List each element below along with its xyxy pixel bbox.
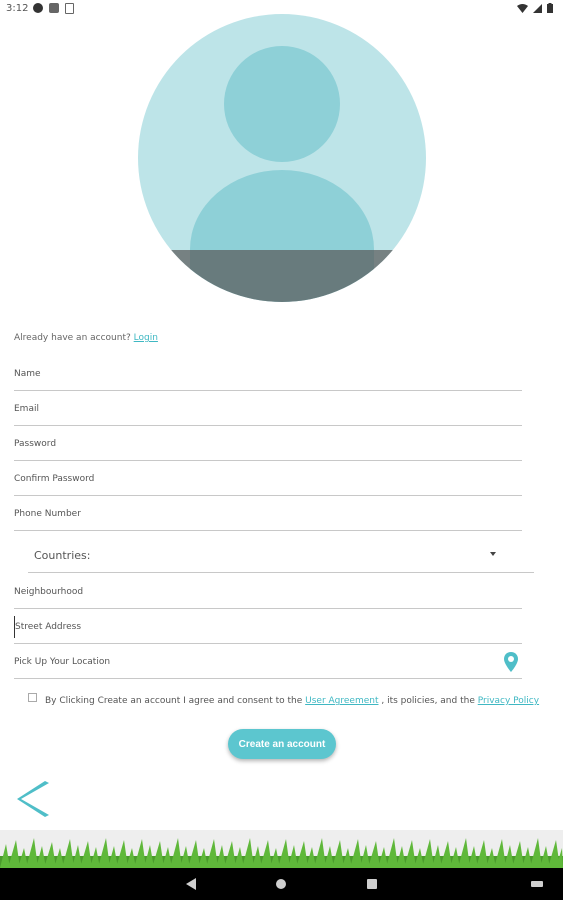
avatar-head-icon (224, 46, 340, 162)
status-notification-icons (33, 3, 74, 14)
user-agreement-link[interactable]: User Agreement (305, 696, 378, 706)
confirm-password-field[interactable] (14, 465, 522, 496)
status-system-icons (517, 3, 553, 13)
create-account-button[interactable]: Create an account (228, 729, 336, 759)
phone-number-field[interactable] (14, 500, 522, 531)
storage-icon (49, 3, 59, 13)
nav-back-icon[interactable] (186, 878, 196, 890)
agreement-row: By Clicking Create an account I agree an… (28, 692, 548, 712)
grass-illustration (0, 838, 563, 868)
login-prompt-row: Already have an account? Login (14, 333, 158, 343)
signal-icon (533, 3, 542, 13)
status-time: 3:12 (6, 3, 29, 14)
back-arrow-icon[interactable] (15, 779, 51, 819)
grass-decoration (0, 830, 563, 868)
phone-number-input[interactable] (14, 503, 494, 525)
profile-picture-upload[interactable] (138, 14, 426, 302)
neighbourhood-input[interactable] (14, 581, 494, 603)
privacy-policy-link[interactable]: Privacy Policy (478, 696, 539, 706)
keyboard-icon[interactable] (531, 881, 543, 887)
name-field[interactable] (14, 360, 522, 391)
nav-home-icon[interactable] (276, 879, 286, 889)
street-address-input[interactable] (14, 616, 495, 638)
password-input[interactable] (14, 433, 494, 455)
nav-recent-apps-icon[interactable] (367, 879, 377, 889)
dropdown-caret-icon[interactable] (490, 552, 496, 556)
email-field[interactable] (14, 395, 522, 426)
street-address-field[interactable] (14, 613, 522, 644)
battery-icon (547, 3, 553, 13)
neighbourhood-field[interactable] (14, 578, 522, 609)
agreement-checkbox[interactable] (28, 693, 37, 702)
agreement-text: By Clicking Create an account I agree an… (45, 696, 539, 706)
system-navigation-bar (0, 868, 563, 900)
agreement-prefix: By Clicking Create an account I agree an… (45, 696, 303, 706)
login-link[interactable]: Login (134, 333, 158, 343)
countries-dropdown[interactable]: Countries: (28, 540, 534, 573)
email-input[interactable] (14, 398, 494, 420)
location-field[interactable] (14, 648, 522, 679)
countries-dropdown-label: Countries: (34, 549, 91, 562)
password-field[interactable] (14, 430, 522, 461)
location-pin-icon[interactable] (504, 652, 518, 672)
sd-card-icon (65, 3, 74, 14)
name-input[interactable] (14, 363, 494, 385)
location-input[interactable] (14, 651, 494, 673)
upload-picture-label[interactable]: Upload Picture (0, 266, 288, 278)
confirm-password-input[interactable] (14, 468, 494, 490)
agreement-middle: , its policies, and the (381, 696, 475, 706)
notification-icon (33, 3, 43, 13)
login-prompt-text: Already have an account? (14, 333, 131, 343)
wifi-icon (517, 3, 528, 13)
